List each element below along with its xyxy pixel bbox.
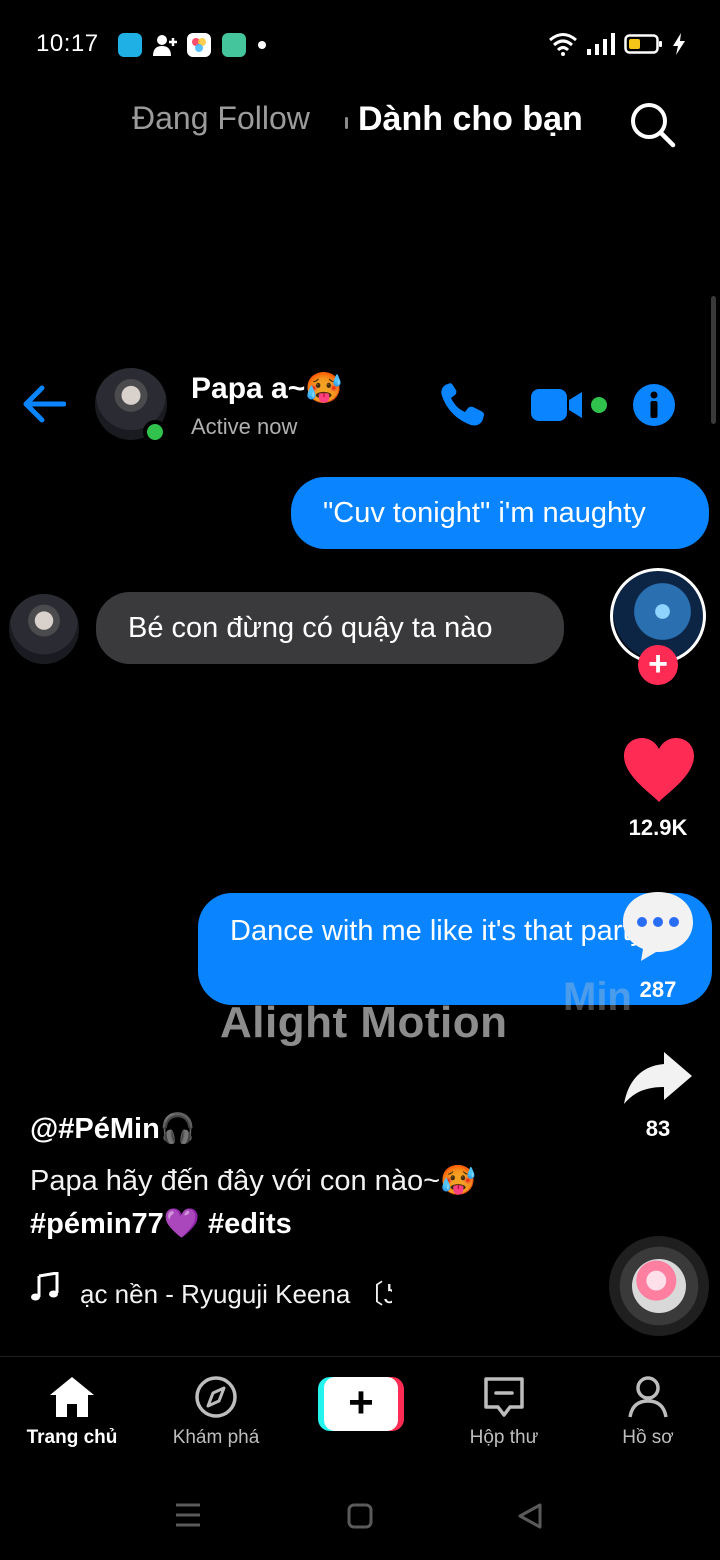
plus-icon: + — [324, 1377, 398, 1431]
app-icon — [222, 33, 246, 57]
share-count: 83 — [645, 1116, 671, 1141]
search-icon[interactable] — [628, 100, 676, 148]
online-indicator — [143, 420, 167, 444]
watermark-alight-motion: Alight Motion — [220, 998, 508, 1047]
video-call-icon — [530, 386, 586, 424]
message-outgoing: "Cuv tonight" i'm naughty — [291, 477, 709, 549]
comment-icon[interactable] — [620, 888, 696, 964]
phone-icon — [438, 382, 486, 428]
nav-discover[interactable]: Khám phá — [144, 1375, 288, 1449]
create-video-button[interactable]: + — [318, 1377, 404, 1431]
music-disc-cover — [632, 1259, 686, 1313]
scrollbar[interactable] — [711, 296, 716, 424]
nav-profile[interactable]: Hồ sơ — [576, 1375, 720, 1449]
add-contact-icon — [152, 33, 178, 57]
home-button-icon[interactable] — [347, 1503, 373, 1529]
battery-icon — [624, 34, 662, 54]
contact-status: Active now — [191, 414, 298, 439]
tab-for-you[interactable]: Dành cho bạn — [358, 100, 583, 139]
back-arrow-icon — [22, 384, 67, 424]
photos-icon — [187, 33, 211, 57]
nav-home[interactable]: Trang chủ — [0, 1375, 144, 1449]
author-username[interactable]: @#PéMin🎧 — [30, 1112, 196, 1146]
nav-profile-label: Hồ sơ — [622, 1427, 674, 1448]
status-bar: 10:17 — [0, 0, 720, 90]
system-nav-bar — [0, 1470, 720, 1560]
charging-icon — [673, 33, 685, 55]
video-active-dot — [591, 397, 607, 413]
message-incoming: Bé con đừng có quậy ta nào — [96, 592, 564, 664]
nav-home-label: Trang chủ — [26, 1427, 118, 1448]
signal-icon — [587, 33, 615, 55]
share-icon[interactable] — [622, 1050, 694, 1106]
status-indicators — [548, 30, 686, 58]
tab-following[interactable]: Đang Follow — [132, 100, 310, 137]
home-icon — [50, 1377, 94, 1417]
compass-icon — [195, 1376, 237, 1418]
follow-plus-icon[interactable]: + — [638, 645, 678, 685]
message-sender-avatar — [9, 594, 79, 664]
menu-icon[interactable] — [174, 1502, 202, 1528]
profile-icon — [628, 1376, 668, 1418]
status-time: 10:17 — [36, 30, 99, 57]
video-caption: Papa hãy đến đây với con nào~🥵 — [30, 1165, 477, 1197]
video-hashtags[interactable]: #pémin77💜 #edits — [30, 1207, 292, 1241]
nav-inbox[interactable]: Hộp thư — [432, 1375, 576, 1449]
info-icon — [632, 383, 676, 427]
heart-icon[interactable] — [622, 736, 696, 804]
dot-icon — [258, 41, 266, 49]
nav-discover-label: Khám phá — [172, 1427, 260, 1448]
back-button-icon[interactable] — [516, 1502, 544, 1530]
tab-divider — [345, 117, 348, 129]
wifi-icon — [549, 33, 577, 56]
bilibili-icon — [118, 33, 142, 57]
music-note-icon — [30, 1271, 60, 1302]
contact-name: Papa a~🥵 — [191, 372, 343, 405]
nav-inbox-label: Hộp thư — [469, 1427, 539, 1448]
inbox-icon — [484, 1377, 524, 1417]
comment-count: 287 — [639, 977, 677, 1002]
music-title[interactable]: ạc nền - Ryuguji Keena 〔ʖ — [80, 1274, 392, 1311]
like-count: 12.9K — [628, 815, 688, 840]
